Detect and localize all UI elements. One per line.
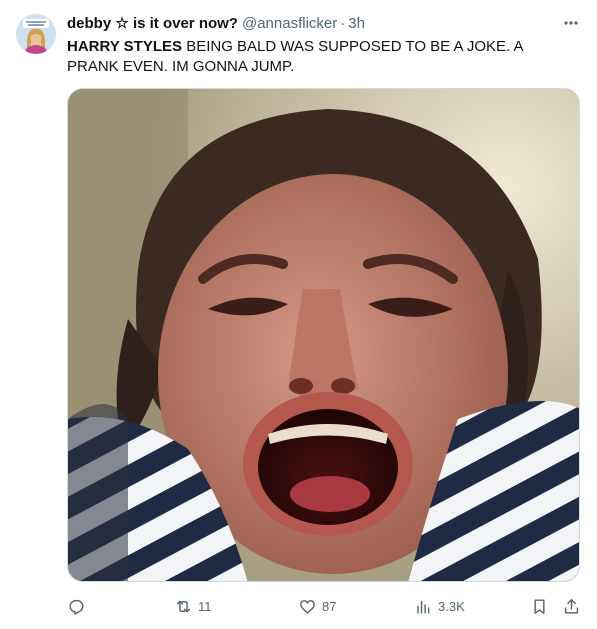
bookmark-icon [534, 598, 545, 614]
retweet-button[interactable]: 11 [174, 594, 212, 618]
views-count: 3.3K [438, 598, 465, 614]
share-button[interactable] [562, 594, 581, 618]
retweet-icon [176, 600, 191, 612]
tweet-actions: 11 87 3.3K [67, 594, 580, 618]
like-button[interactable]: 87 [298, 594, 336, 618]
tweet-text-bold[interactable]: HARRY STYLES [67, 38, 182, 55]
reply-icon [69, 599, 84, 615]
bookmark-button[interactable] [530, 594, 549, 618]
crying-child-photo [68, 89, 579, 581]
timestamp[interactable]: 3h [348, 14, 365, 34]
tweet-photo[interactable] [67, 88, 580, 582]
user-handle[interactable]: @annasflicker [242, 14, 337, 34]
reply-button[interactable] [67, 594, 91, 618]
share-icon [564, 598, 579, 614]
tweet-card[interactable]: debby ☆ is it over now? @annasflicker · … [0, 0, 597, 629]
views-icon [417, 600, 430, 614]
retweet-count: 11 [198, 598, 212, 614]
more-icon [564, 21, 578, 25]
tweet-text: HARRY STYLES BEING BALD WAS SUPPOSED TO … [67, 37, 567, 77]
display-name[interactable]: debby ☆ is it over now? [67, 14, 238, 34]
tweet-header: debby ☆ is it over now? @annasflicker · … [67, 14, 557, 34]
separator-dot: · [340, 15, 346, 32]
heart-icon [300, 599, 315, 614]
more-options-button[interactable] [559, 12, 583, 34]
avatar-image [16, 14, 56, 54]
like-count: 87 [322, 598, 337, 614]
views-button[interactable]: 3.3K [414, 594, 465, 618]
avatar[interactable] [16, 14, 56, 54]
